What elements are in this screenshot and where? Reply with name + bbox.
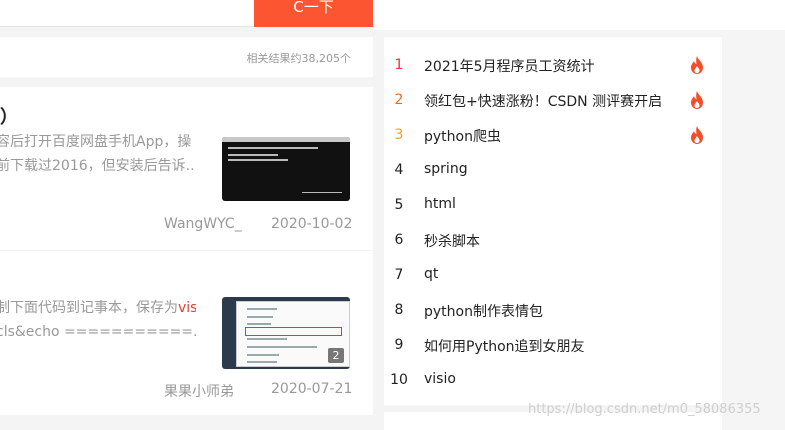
- hot-title[interactable]: 2021年5月程序员工资统计: [424, 56, 595, 76]
- thumbnail-titlebar: [222, 137, 350, 142]
- hot-rank: 5: [394, 197, 404, 213]
- thumbnail-menu-line: [247, 308, 277, 310]
- result-desc-text: 制下面代码到记事本，保存为: [0, 300, 178, 316]
- fire-icon: [691, 91, 703, 109]
- result-desc-line: 制下面代码到记事本，保存为vis: [0, 296, 196, 320]
- thumbnail-menu-line: [247, 316, 273, 318]
- result-desc-line: cls&echo ===========...: [0, 324, 196, 340]
- thumbnail-line: [302, 192, 342, 193]
- thumbnail-line: [228, 159, 288, 161]
- hot-title[interactable]: spring: [424, 161, 468, 177]
- hot-rank: 2: [394, 92, 404, 108]
- hot-item[interactable]: 4 spring: [384, 152, 722, 187]
- hot-item[interactable]: 10 visio: [384, 362, 722, 397]
- hot-item[interactable]: 2 领红包+快速涨粉！CSDN 测评赛开启: [384, 82, 722, 117]
- hot-title[interactable]: 如何用Python追到女朋友: [424, 336, 585, 356]
- thumbnail-menu-line: [247, 338, 287, 340]
- thumbnail-menu-selected: [245, 327, 342, 336]
- hot-title[interactable]: python爬虫: [424, 126, 501, 146]
- hot-title[interactable]: 秒杀脚本: [424, 231, 480, 251]
- hot-item[interactable]: 1 2021年5月程序员工资统计: [384, 47, 722, 82]
- header-right-area: [373, 0, 785, 30]
- result-card[interactable]: 制下面代码到记事本，保存为vis cls&echo ===========...…: [0, 251, 373, 415]
- search-button[interactable]: C一下: [254, 0, 373, 27]
- hot-rank: 6: [394, 232, 404, 248]
- result-desc-line: 容后打开百度网盘手机App，操: [0, 134, 192, 150]
- hot-rank: 4: [394, 162, 404, 178]
- hot-item[interactable]: 9 如何用Python追到女朋友: [384, 327, 722, 362]
- thumbnail-menu-line: [247, 346, 317, 348]
- hot-rank: 9: [394, 337, 404, 353]
- watermark: https://blog.csdn.net/m0_58086355: [528, 402, 761, 417]
- fire-icon: [691, 126, 703, 144]
- hot-item[interactable]: 3 python爬虫: [384, 117, 722, 152]
- result-desc-line: 前下载过2016，但安装后告诉...: [0, 158, 196, 174]
- hot-rank: 8: [394, 302, 404, 318]
- hot-rank: 10: [390, 372, 408, 388]
- result-summary: 相关结果约38,205个: [0, 37, 373, 77]
- result-author[interactable]: WangWYC_: [164, 216, 242, 232]
- result-desc-highlight: vis: [178, 300, 196, 316]
- result-author[interactable]: 果果小师弟: [164, 381, 234, 401]
- hot-title[interactable]: qt: [424, 266, 438, 282]
- thumbnail-line: [228, 147, 318, 149]
- image-count-badge: 2: [328, 348, 344, 363]
- hot-title[interactable]: visio: [424, 371, 456, 387]
- thumbnail-menu-line: [247, 361, 277, 363]
- result-thumbnail[interactable]: 2: [222, 297, 350, 369]
- hot-title[interactable]: html: [424, 196, 456, 212]
- result-card[interactable]: ） 容后打开百度网盘手机App，操 前下载过2016，但安装后告诉... Wan…: [0, 87, 373, 250]
- result-count: 相关结果约38,205个: [246, 52, 352, 65]
- hot-rank: 1: [394, 57, 404, 73]
- result-date: 2020-10-02: [271, 216, 353, 232]
- hot-rank: 7: [394, 267, 404, 283]
- hot-rank: 3: [394, 127, 404, 143]
- fire-icon: [691, 56, 703, 74]
- hot-item[interactable]: 5 html: [384, 187, 722, 222]
- thumbnail-menu-line: [247, 354, 279, 356]
- result-date: 2020-07-21: [271, 381, 353, 397]
- hot-item[interactable]: 7 qt: [384, 257, 722, 292]
- search-input[interactable]: [0, 0, 254, 27]
- hot-title[interactable]: python制作表情包: [424, 301, 543, 321]
- right-gutter: [722, 30, 785, 430]
- hot-search-list: 1 2021年5月程序员工资统计 2 领红包+快速涨粉！CSDN 测评赛开启 3…: [384, 37, 722, 405]
- result-thumbnail[interactable]: [222, 137, 350, 201]
- hot-item[interactable]: 8 python制作表情包: [384, 292, 722, 327]
- thumbnail-menu-line: [247, 323, 271, 325]
- thumbnail-line: [228, 154, 278, 156]
- hot-title[interactable]: 领红包+快速涨粉！CSDN 测评赛开启: [424, 91, 662, 111]
- result-title[interactable]: ）: [0, 103, 18, 129]
- hot-item[interactable]: 6 秒杀脚本: [384, 222, 722, 257]
